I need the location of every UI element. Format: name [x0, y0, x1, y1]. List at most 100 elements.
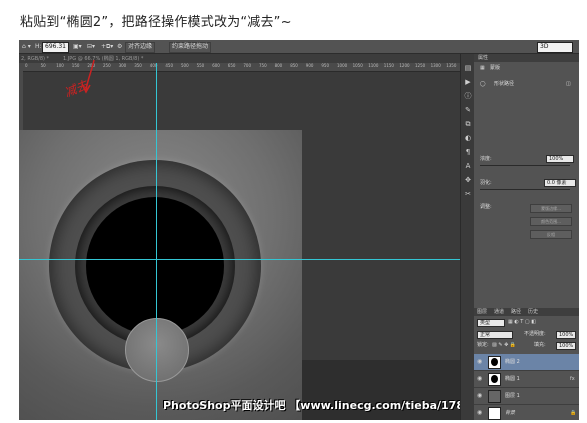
- caption-text: 粘贴到“椭圆2”，把路径操作模式改为“减去”~: [20, 15, 292, 30]
- ruler-tick-label: 900: [305, 63, 314, 68]
- layer-thumbnail: [488, 356, 501, 369]
- info-icon[interactable]: ⓘ: [464, 92, 472, 100]
- options-bar: ⌂ ▾ H: 696.31 ▣▾ ⊟▾ +⧉▾ ⚙ 对齐边缘 约束路径拖动 3D: [19, 40, 579, 54]
- constrain-path-checkbox[interactable]: 约束路径拖动: [169, 42, 212, 53]
- clone-source-icon[interactable]: ⧉: [464, 120, 472, 128]
- vertical-guide[interactable]: [156, 63, 157, 420]
- tool-presets-icon[interactable]: ✂: [464, 190, 472, 198]
- document-canvas[interactable]: [19, 130, 302, 420]
- layer-row-layer-1[interactable]: ◉ 图层 1: [474, 388, 579, 405]
- ruler-tick-label: 100: [56, 63, 64, 68]
- right-panels: 属性 ▦ 蒙版 ◯ 形状路径 ◫ 浓度: 100% 羽化: 0.0 像素 调整:…: [474, 54, 579, 420]
- ruler-tick-label: 1050: [352, 63, 363, 68]
- visibility-eye-icon[interactable]: ◉: [477, 375, 482, 382]
- mask-label: 蒙版: [490, 65, 501, 71]
- shape-path-icon[interactable]: ◯: [480, 81, 486, 88]
- ruler-tick-label: 800: [274, 63, 283, 68]
- mask-icon: ▦: [480, 65, 485, 71]
- layer-thumbnail: [488, 407, 501, 420]
- tab-document-1[interactable]: 2, RGB/8) *: [21, 55, 49, 63]
- ruler-tick-label: 550: [196, 63, 205, 68]
- tab-layers[interactable]: 图层: [477, 309, 487, 315]
- visibility-eye-icon[interactable]: ◉: [477, 358, 482, 365]
- filter-kind-select[interactable]: 类型: [477, 319, 505, 327]
- opacity-field[interactable]: 100%: [556, 331, 576, 339]
- tab-channels[interactable]: 通道: [494, 309, 504, 315]
- horizontal-guide[interactable]: [19, 259, 460, 260]
- ruler-tick-label: 700: [243, 63, 252, 68]
- navigator-icon[interactable]: ✥: [464, 176, 472, 184]
- paragraph-icon[interactable]: ¶: [464, 148, 472, 156]
- lock-icon: 🔒: [570, 410, 577, 416]
- ruler-tick-label: 1300: [430, 63, 441, 68]
- ruler-tick-label: 850: [290, 63, 298, 68]
- mask-edge-button[interactable]: 蒙版边缘...: [530, 204, 572, 213]
- ruler-tick-label: 1100: [368, 63, 379, 68]
- h-label: H:: [35, 43, 42, 50]
- ruler-tick-label: 0: [25, 63, 28, 68]
- refine-label: 调整:: [480, 204, 492, 210]
- path-ops-icon[interactable]: ⌂ ▾: [22, 42, 31, 51]
- apply-mask-icon[interactable]: ◫: [566, 81, 571, 88]
- density-slider[interactable]: [480, 165, 570, 166]
- layer-thumbnail: [488, 390, 501, 403]
- layer-name: 图层 1: [505, 393, 520, 399]
- actions-play-icon[interactable]: ▶: [464, 78, 472, 86]
- blend-mode-select[interactable]: 正常: [477, 331, 513, 339]
- align-edges-checkbox[interactable]: 对齐边缘: [125, 42, 156, 53]
- layer-name: 椭圆 1: [505, 376, 520, 382]
- fill-label: 填充:: [534, 342, 546, 348]
- path-arrangement-icon[interactable]: +⧉▾: [101, 42, 113, 51]
- lock-label: 锁定:: [477, 342, 489, 348]
- character-icon[interactable]: A: [464, 162, 472, 170]
- shape-path-label: 形状路径: [494, 81, 515, 87]
- invert-button[interactable]: 反相: [530, 230, 572, 239]
- lock-icons[interactable]: ▨ ✎ ✥ 🔒: [492, 342, 516, 349]
- history-icon[interactable]: ▤: [464, 64, 472, 72]
- properties-panel-header: 属性: [474, 54, 579, 62]
- h-value-field[interactable]: 696.31: [42, 42, 69, 53]
- watermark-text: PhotoShop平面设计吧 【www.linecg.com/tieba/178…: [163, 399, 483, 412]
- ruler-tick-label: 1350: [446, 63, 457, 68]
- density-field[interactable]: 100%: [546, 155, 574, 163]
- filter-icons[interactable]: ▦ ◐ T ▢ ◧: [508, 319, 536, 326]
- fill-field[interactable]: 100%: [556, 342, 576, 350]
- layers-panel-header: 图层 通道 路径 历史: [474, 308, 579, 316]
- path-operations-icon[interactable]: ▣▾: [73, 42, 82, 51]
- layer-name: 背景: [505, 410, 516, 416]
- ruler-tick-label: 1200: [399, 63, 410, 68]
- ruler-tick-label: 750: [259, 63, 267, 68]
- layer-fx-icon[interactable]: fx: [570, 376, 575, 382]
- ruler-tick-label: 300: [118, 63, 127, 68]
- settings-gear-icon[interactable]: ⚙: [117, 42, 122, 51]
- ruler-tick-label: 1000: [337, 63, 348, 68]
- tab-history[interactable]: 历史: [528, 309, 538, 315]
- ruler-tick-label: 500: [181, 63, 189, 68]
- brush-icon[interactable]: ✎: [464, 106, 472, 114]
- layer-row-background[interactable]: ◉ 背景 🔒: [474, 405, 579, 420]
- path-alignment-icon[interactable]: ⊟▾: [87, 42, 95, 51]
- ruler-tick-label: 950: [321, 63, 330, 68]
- density-label: 浓度:: [480, 156, 492, 162]
- ruler-tick-label: 600: [212, 63, 220, 68]
- ruler-tick-label: 650: [227, 63, 236, 68]
- visibility-eye-icon[interactable]: ◉: [477, 392, 482, 399]
- layer-name: 椭圆 2: [505, 359, 520, 365]
- feather-field[interactable]: 0.0 像素: [544, 179, 576, 187]
- pasted-ellipse-path[interactable]: [125, 318, 189, 382]
- adjustments-icon[interactable]: ◐: [464, 134, 472, 142]
- layer-row-ellipse-2[interactable]: ◉ 椭圆 2: [474, 354, 579, 371]
- feather-label: 羽化:: [480, 180, 492, 186]
- layer-thumbnail: [488, 373, 501, 386]
- tab-paths[interactable]: 路径: [511, 309, 521, 315]
- visibility-eye-icon[interactable]: ◉: [477, 409, 482, 416]
- ruler-tick-label: 350: [134, 63, 142, 68]
- workspace-select[interactable]: 3D: [537, 42, 573, 53]
- ruler-tick-label: 50: [40, 63, 46, 68]
- properties-tab[interactable]: 属性: [478, 55, 488, 61]
- layer-row-ellipse-1[interactable]: ◉ 椭圆 1 fx: [474, 371, 579, 388]
- color-range-button[interactable]: 颜色范围...: [530, 217, 572, 226]
- black-ellipse-shape: [86, 197, 224, 335]
- ruler-tick-label: 1150: [383, 63, 394, 68]
- feather-slider[interactable]: [480, 189, 570, 190]
